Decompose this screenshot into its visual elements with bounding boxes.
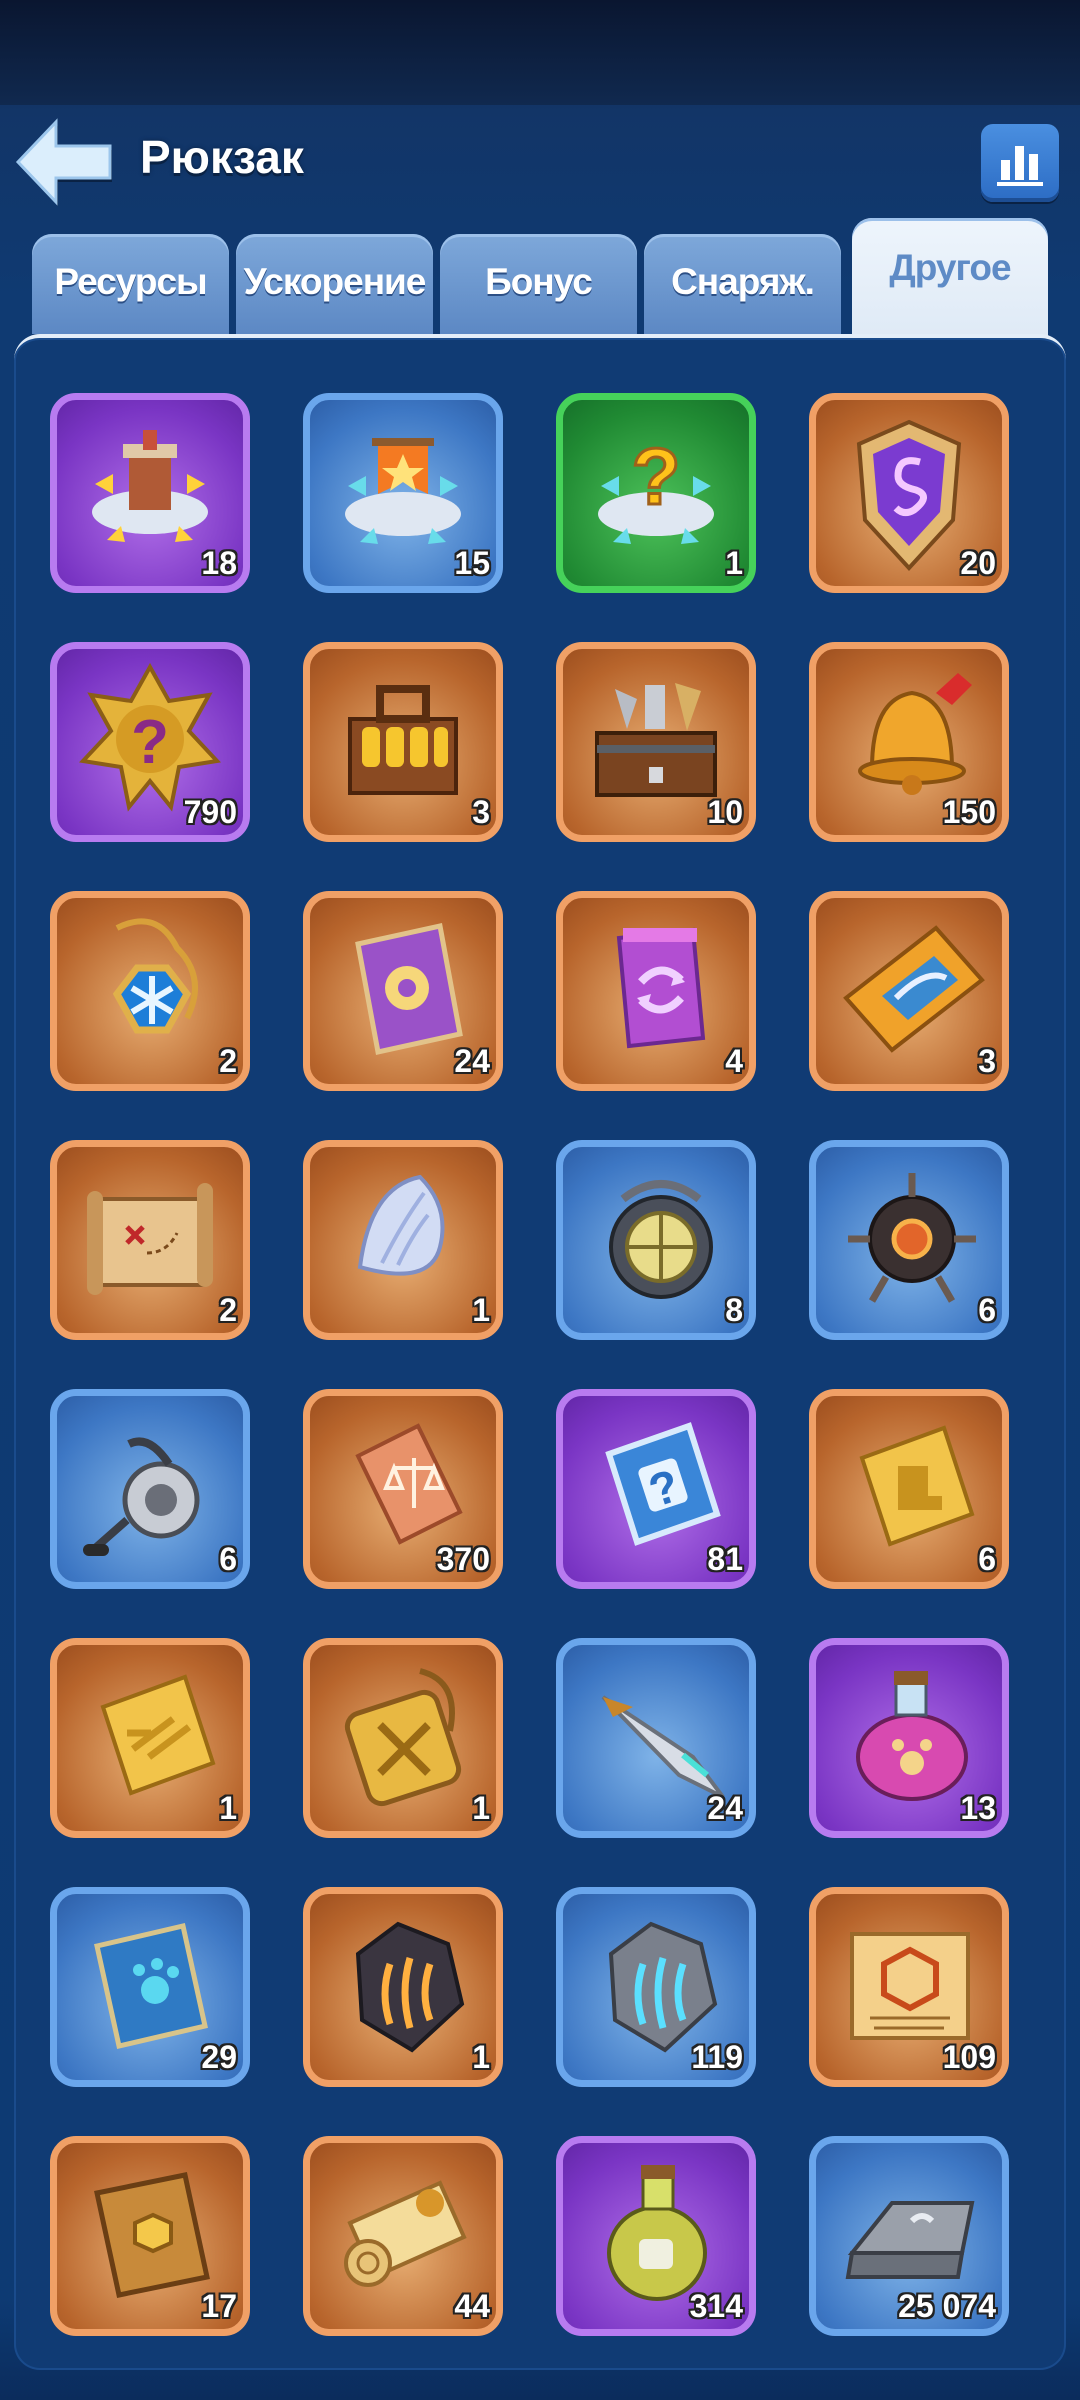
item-count: 15 — [454, 545, 490, 581]
potion-crate-icon — [348, 685, 458, 795]
inventory-item[interactable]: 25 074 — [809, 2136, 1009, 2336]
inventory-item[interactable]: 2 — [50, 891, 250, 1091]
seashell-icon — [357, 1174, 445, 1276]
tab-resources[interactable]: Ресурсы — [32, 234, 229, 334]
item-count: 1 — [472, 2039, 490, 2075]
item-count: 24 — [454, 1043, 490, 1079]
item-count: 6 — [219, 1541, 237, 1577]
fish-ticket-icon — [843, 925, 985, 1053]
inventory-item[interactable]: 2 — [50, 1140, 250, 1340]
gold-boot-ticket-icon — [859, 1425, 975, 1547]
item-count: 44 — [454, 2288, 490, 2324]
svg-text:?: ? — [632, 432, 681, 521]
status-bar-area — [0, 0, 1080, 105]
item-count: 790 — [183, 794, 237, 830]
item-count: 314 — [689, 2288, 743, 2324]
inventory-item[interactable]: 1 — [303, 1887, 503, 2087]
item-count: 29 — [201, 2039, 237, 2075]
inventory-item[interactable]: 24 — [556, 1638, 756, 1838]
item-count: 3 — [978, 1043, 996, 1079]
item-count: 119 — [691, 2039, 743, 2075]
diving-helmet-icon — [609, 1180, 713, 1299]
item-count: 25 074 — [898, 2288, 996, 2324]
inventory-item[interactable]: 10 — [556, 642, 756, 842]
inventory-item[interactable]: 44 — [303, 2136, 503, 2336]
inventory-item[interactable]: 20 — [809, 393, 1009, 593]
inventory-item[interactable]: 1 — [303, 1638, 503, 1838]
item-count: 13 — [960, 1790, 996, 1826]
item-count: 1 — [472, 1292, 490, 1328]
inventory-item[interactable]: 8 — [556, 1140, 756, 1340]
inventory-item[interactable]: 314 — [556, 2136, 756, 2336]
swap-ticket-icon — [616, 927, 706, 1049]
item-count: 150 — [942, 794, 996, 830]
item-count: 6 — [978, 1541, 996, 1577]
inventory-item[interactable]: 3 — [809, 891, 1009, 1091]
item-count: 2 — [219, 1043, 237, 1079]
frost-amulet-icon — [112, 918, 198, 1034]
page-title: Рюкзак — [140, 131, 304, 183]
stats-button[interactable] — [981, 124, 1059, 202]
inventory-item[interactable]: 109 — [809, 1887, 1009, 2087]
item-count: 18 — [201, 545, 237, 581]
tab-bar: Ресурсы Ускорение Бонус Снаряж. Другое — [32, 218, 1052, 336]
robot-drone-icon — [848, 1173, 976, 1303]
inventory-item[interactable]: 6 — [809, 1140, 1009, 1340]
item-count: 20 — [960, 545, 996, 581]
item-count: 370 — [436, 1541, 490, 1577]
inventory-item[interactable]: 24 — [303, 891, 503, 1091]
back-arrow-icon — [15, 118, 112, 206]
item-count: 81 — [707, 1541, 743, 1577]
item-count: 1 — [219, 1790, 237, 1826]
inventory-item[interactable]: 6 — [809, 1389, 1009, 1589]
inventory-item[interactable]: 6 — [50, 1389, 250, 1589]
item-count: 4 — [725, 1043, 743, 1079]
tab-speedups[interactable]: Ускорение — [236, 234, 433, 334]
fire-claw-stone-icon — [355, 1921, 465, 2053]
treasure-map-icon — [87, 1183, 213, 1295]
random-relocate-icon: ? — [598, 431, 714, 544]
inventory-item[interactable]: 4 — [556, 891, 756, 1091]
back-button[interactable] — [14, 118, 114, 206]
tab-gear[interactable]: Снаряж. — [644, 234, 841, 334]
tab-other[interactable]: Другое — [852, 218, 1048, 336]
svg-text:?: ? — [131, 708, 169, 777]
inventory-item[interactable]: ? 790 — [50, 642, 250, 842]
inventory-item[interactable]: 1 — [303, 1140, 503, 1340]
item-count: 24 — [707, 1790, 743, 1826]
item-count: 10 — [707, 794, 743, 830]
inventory-item[interactable]: 29 — [50, 1887, 250, 2087]
inventory-item[interactable]: 119 — [556, 1887, 756, 2087]
inventory-item[interactable]: ? 1 — [556, 393, 756, 593]
sword-medal-icon — [344, 1668, 462, 1807]
inventory-panel: 18 15? 1 20? 790 3 10 150 2 24 4 3 2 1 8 6 6 370? 81 6 1 1 24 1… — [14, 334, 1066, 2370]
inventory-item[interactable]: 3 — [303, 642, 503, 842]
gold-speed-ticket-icon — [100, 1674, 216, 1796]
inventory-item[interactable]: 150 — [809, 642, 1009, 842]
item-count: 109 — [942, 2039, 996, 2075]
item-count: 6 — [978, 1292, 996, 1328]
item-count: 2 — [219, 1292, 237, 1328]
inventory-item[interactable]: 370 — [303, 1389, 503, 1589]
item-count: 3 — [472, 794, 490, 830]
fishing-reel-icon — [83, 1437, 200, 1556]
inventory-item[interactable]: 13 — [809, 1638, 1009, 1838]
inventory-item[interactable]: ? 81 — [556, 1389, 756, 1589]
inventory-item[interactable]: 18 — [50, 393, 250, 593]
tab-bonus[interactable]: Бонус — [440, 234, 637, 334]
item-count: 1 — [472, 1790, 490, 1826]
inventory-item[interactable]: 17 — [50, 2136, 250, 2336]
item-count: 17 — [201, 2288, 237, 2324]
bar-chart-icon — [997, 146, 1043, 186]
item-count: 1 — [725, 545, 743, 581]
inventory-item[interactable]: 1 — [50, 1638, 250, 1838]
item-count: 8 — [725, 1292, 743, 1328]
inventory-item[interactable]: 15 — [303, 393, 503, 593]
